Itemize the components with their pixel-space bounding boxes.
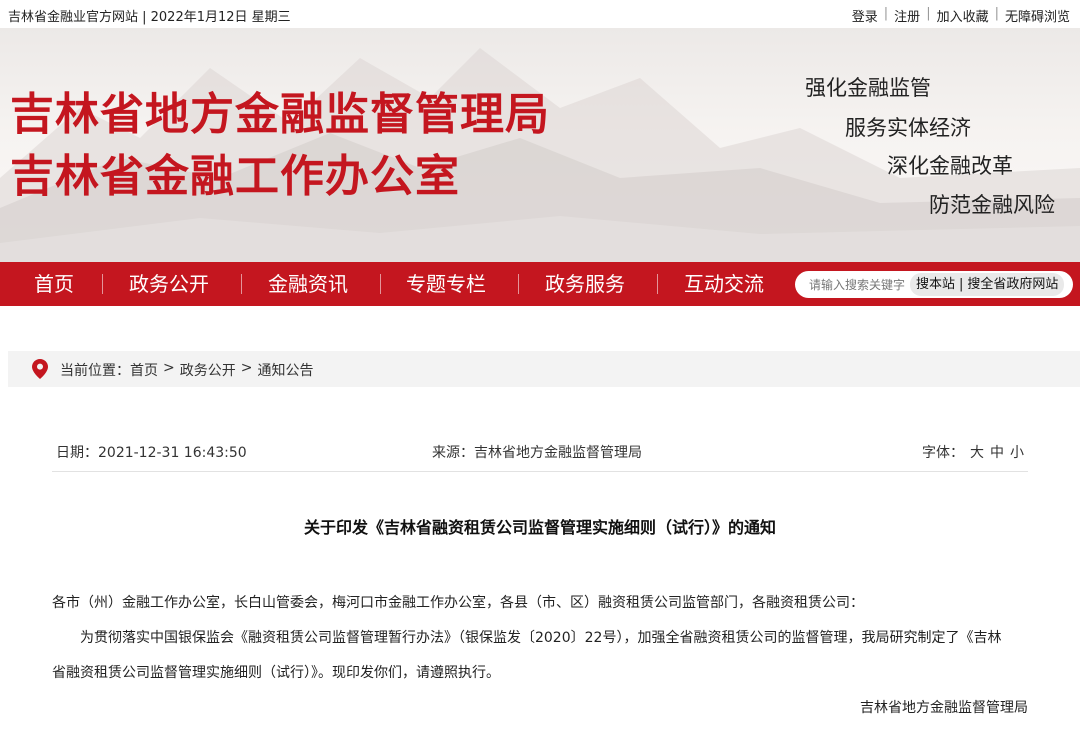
top-links: 登录 | 注册 | 加入收藏 | 无障碍浏览 xyxy=(851,6,1070,25)
nav-item-gov-services[interactable]: 政务服务 xyxy=(545,262,625,306)
breadcrumb-notices[interactable]: 通知公告 xyxy=(257,360,313,380)
breadcrumb-prefix: 当前位置： xyxy=(60,363,130,379)
font-size-label: 字体： xyxy=(922,445,964,461)
nav-item-special-topics[interactable]: 专题专栏 xyxy=(406,262,486,306)
office-title: 吉林省金融工作办公室 xyxy=(10,151,460,202)
breadcrumb-home[interactable]: 首页 xyxy=(130,360,158,380)
nav-item-finance-news[interactable]: 金融资讯 xyxy=(268,262,348,306)
header-banner: 吉林省地方金融监督管理局 吉林省金融工作办公室 强化金融监管 服务实体经济 深化… xyxy=(0,28,1080,262)
font-size-control: 字体： 大 中 小 xyxy=(922,442,1024,462)
slogan-3: 深化金融改革 xyxy=(887,154,1013,178)
article-body-line-1: 为贯彻落实中国银保监会《融资租赁公司监督管理暂行办法》（银保监发〔2020〕22… xyxy=(80,630,1002,646)
search-input[interactable] xyxy=(795,271,911,298)
slogan-4: 防范金融风险 xyxy=(929,193,1055,217)
bureau-title: 吉林省地方金融监督管理局 xyxy=(10,89,550,140)
search-box: 搜本站 | 搜全省政府网站 xyxy=(795,271,1073,298)
register-link[interactable]: 注册 xyxy=(894,6,920,25)
nav-item-gov-affairs[interactable]: 政务公开 xyxy=(129,262,209,306)
search-all-gov-button[interactable]: 搜全省政府网站 xyxy=(967,273,1058,296)
location-pin-icon xyxy=(32,359,48,379)
breadcrumb-gov-affairs[interactable]: 政务公开 xyxy=(180,360,236,380)
slogan-2: 服务实体经济 xyxy=(845,116,971,140)
search-site-button[interactable]: 搜本站 xyxy=(916,273,955,296)
article-source: 来源：吉林省地方金融监督管理局 xyxy=(432,445,642,461)
font-size-large[interactable]: 大 xyxy=(970,442,984,462)
add-favorite-link[interactable]: 加入收藏 xyxy=(937,6,989,25)
article-signature: 吉林省地方金融监督管理局 xyxy=(860,700,1028,716)
top-bar: 吉林省金融业官方网站 | 2022年1月12日 星期三 登录 | 注册 | 加入… xyxy=(0,0,1080,28)
accessibility-link[interactable]: 无障碍浏览 xyxy=(1005,6,1070,25)
nav-item-interaction[interactable]: 互动交流 xyxy=(684,262,764,306)
publish-date: 日期：2021-12-31 16:43:50 xyxy=(56,445,247,461)
font-size-medium[interactable]: 中 xyxy=(990,442,1004,462)
nav-item-home[interactable]: 首页 xyxy=(34,262,74,306)
main-nav: 首页 政务公开 金融资讯 专题专栏 政务服务 互动交流 搜本站 | 搜全省政府网… xyxy=(0,262,1080,306)
article-salutation: 各市（州）金融工作办公室，长白山管委会，梅河口市金融工作办公室，各县（市、区）融… xyxy=(52,595,864,611)
site-info: 吉林省金融业官方网站 | 2022年1月12日 星期三 xyxy=(8,10,291,25)
article-meta: 日期：2021-12-31 16:43:50 来源：吉林省地方金融监督管理局 字… xyxy=(52,438,1028,472)
breadcrumb: 当前位置： 首页 > 政务公开 > 通知公告 xyxy=(8,351,1080,387)
slogan-1: 强化金融监管 xyxy=(805,76,931,100)
font-size-small[interactable]: 小 xyxy=(1010,442,1024,462)
search-buttons: 搜本站 | 搜全省政府网站 xyxy=(910,273,1065,296)
article-title: 关于印发《吉林省融资租赁公司监督管理实施细则（试行）》的通知 xyxy=(303,518,776,537)
article-body-line-2: 省融资租赁公司监督管理实施细则（试行）》。现印发你们，请遵照执行。 xyxy=(52,665,500,681)
login-link[interactable]: 登录 xyxy=(852,6,878,25)
